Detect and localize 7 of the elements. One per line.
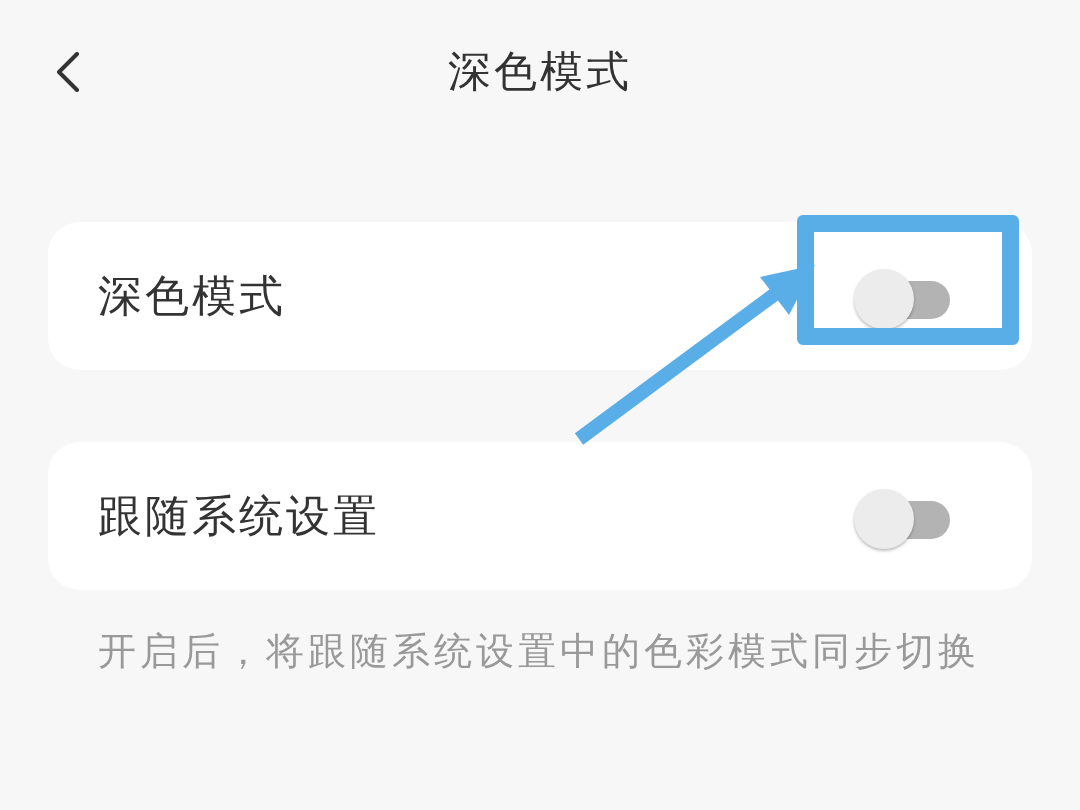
setting-label: 深色模式 xyxy=(98,268,286,323)
back-icon xyxy=(56,52,80,92)
setting-label: 跟随系统设置 xyxy=(98,488,380,543)
hint-text: 开启后，将跟随系统设置中的色彩模式同步切换 xyxy=(98,628,980,675)
toggle-switch[interactable] xyxy=(854,489,950,551)
toggle-switch[interactable] xyxy=(854,269,950,331)
page-title: 深色模式 xyxy=(448,45,632,98)
